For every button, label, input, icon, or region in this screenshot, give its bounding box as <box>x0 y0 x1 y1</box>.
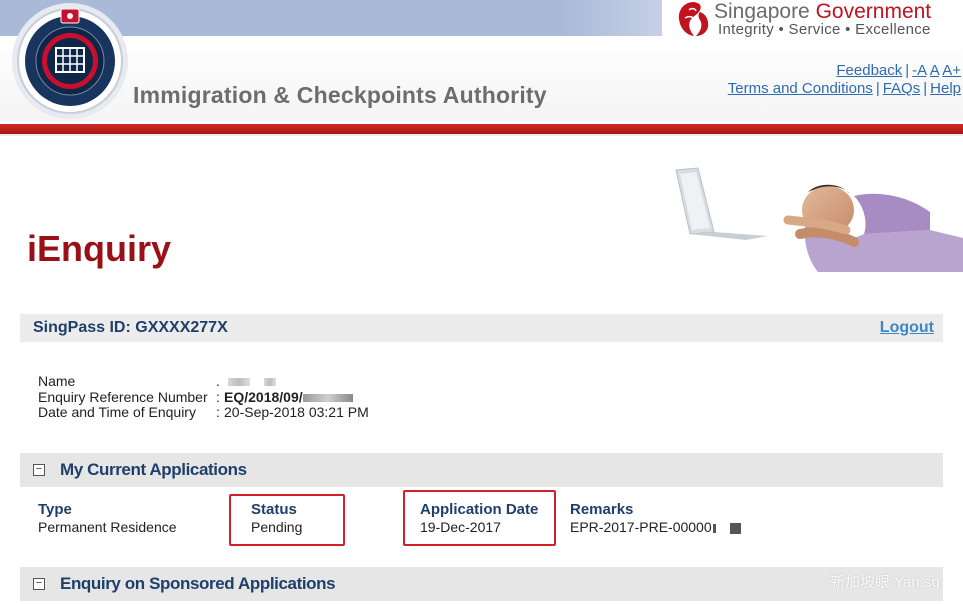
font-normal-link[interactable]: A <box>930 62 939 79</box>
watermark: 新加坡眼 Yan.sg <box>830 574 940 591</box>
sg-title-government: Government <box>815 0 932 23</box>
header-band-fade <box>560 0 662 36</box>
column-remarks: Remarks EPR-2017-PRE-00000 <box>570 502 741 535</box>
reference-redacted <box>302 393 353 402</box>
faqs-link[interactable]: FAQs <box>883 80 921 97</box>
datetime-label: Date and Time of Enquiry <box>38 404 196 420</box>
sg-title-singapore: Singapore <box>714 0 810 23</box>
separator: | <box>905 62 910 79</box>
hero-illustration <box>675 167 963 272</box>
font-decrease-link[interactable]: -A <box>912 62 926 79</box>
enquiry-details: Name. Enquiry Reference Number: EQ/2018/0… <box>38 373 369 421</box>
name-value <box>224 374 276 390</box>
top-links-row-1: Feedback | -A A A+ <box>728 62 961 80</box>
reference-value: EQ/2018/09/ <box>224 388 303 405</box>
logout-link[interactable]: Logout <box>880 319 934 337</box>
collapse-toggle-icon[interactable]: − <box>33 578 45 590</box>
lion-head-icon[interactable] <box>676 0 712 38</box>
header-red-bar <box>0 124 963 134</box>
header-type: Type <box>38 501 72 518</box>
name-label: Name <box>38 373 76 389</box>
sg-motto: Integrity • Service • Excellence <box>718 21 931 38</box>
date-highlight-box <box>403 490 556 546</box>
separator: | <box>923 80 928 97</box>
datetime-value: 20-Sep-2018 03:21 PM <box>224 404 369 420</box>
top-links: Feedback | -A A A+ Terms and Conditions | FA… <box>728 62 961 98</box>
sponsored-applications-bar[interactable]: − Enquiry on Sponsored Applications <box>20 567 943 601</box>
remarks-text: EPR-2017-PRE-00000 <box>570 519 712 535</box>
agency-name: Immigration & Checkpoints Authority <box>133 82 547 108</box>
blur <box>264 378 276 387</box>
reference-label: Enquiry Reference Number <box>38 388 208 405</box>
column-type: Type Permanent Residence <box>38 501 177 536</box>
top-links-row-2: Terms and Conditions | FAQs | Help <box>728 80 961 98</box>
collapse-toggle-icon[interactable]: − <box>33 464 45 476</box>
ica-crest-icon[interactable] <box>8 2 132 120</box>
feedback-link[interactable]: Feedback <box>836 62 902 79</box>
remarks-redacted <box>729 522 741 534</box>
sponsored-applications-title: Enquiry on Sponsored Applications <box>60 574 336 593</box>
detail-row-name: Name. <box>38 373 369 390</box>
cell-remarks: EPR-2017-PRE-00000 <box>570 519 741 535</box>
status-highlight-box <box>229 494 345 546</box>
blur <box>712 523 716 533</box>
site-header: Immigration & Checkpoints Authority Sing… <box>0 0 963 136</box>
help-link[interactable]: Help <box>930 80 961 97</box>
singpass-bar: SingPass ID: GXXXX277X Logout <box>20 314 943 342</box>
detail-row-reference: Enquiry Reference Number: EQ/2018/09/ <box>38 388 369 406</box>
name-separator: . <box>216 373 220 389</box>
singpass-id-label: SingPass ID: GXXXX277X <box>33 319 228 336</box>
datetime-separator: : <box>216 404 220 420</box>
cell-type: Permanent Residence <box>38 519 177 535</box>
current-applications-bar[interactable]: − My Current Applications <box>20 453 943 487</box>
separator: | <box>875 80 880 97</box>
header-remarks: Remarks <box>570 501 634 518</box>
red-bar-shadow <box>0 134 963 136</box>
page-title: iEnquiry <box>27 228 172 269</box>
reference-separator: : <box>216 388 220 405</box>
terms-link[interactable]: Terms and Conditions <box>728 80 873 97</box>
detail-row-datetime: Date and Time of Enquiry:20-Sep-2018 03:… <box>38 404 369 421</box>
current-applications-title: My Current Applications <box>60 460 247 479</box>
font-increase-link[interactable]: A+ <box>942 62 961 79</box>
blur <box>228 378 250 387</box>
